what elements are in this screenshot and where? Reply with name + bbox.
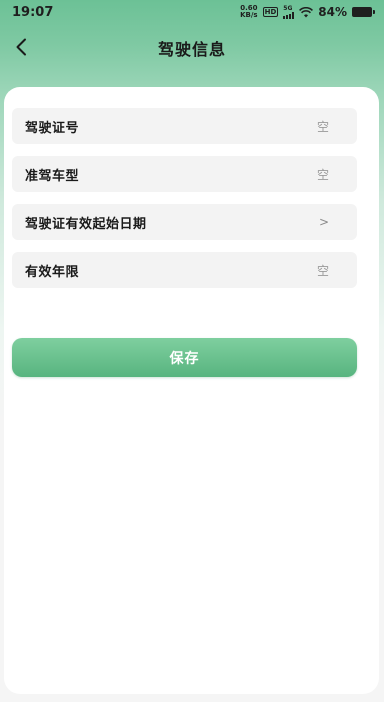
license-start-date-label: 驾驶证有效起始日期 (25, 216, 147, 232)
license-number-row[interactable]: 驾驶证号 空 (12, 108, 357, 144)
license-number-value: 空 (316, 119, 329, 134)
network-speed-unit: KB/s (240, 11, 258, 19)
cellular-signal-icon: 5G (283, 5, 295, 19)
validity-period-row[interactable]: 有效年限 空 (12, 252, 357, 288)
chevron-right-icon: > (318, 215, 329, 229)
validity-period-value: 空 (316, 263, 329, 278)
vehicle-class-label: 准驾车型 (25, 168, 80, 184)
battery-icon (352, 7, 375, 17)
status-icons: 0.60 KB/s HD 5G 84% (240, 5, 375, 19)
battery-percent: 84% (318, 5, 347, 19)
vehicle-class-value: 空 (316, 167, 329, 182)
validity-period-label: 有效年限 (25, 264, 80, 280)
license-number-label: 驾驶证号 (25, 120, 80, 136)
status-bar: 19:07 0.60 KB/s HD 5G 84% (0, 0, 384, 24)
save-button[interactable]: 保存 (12, 338, 357, 377)
license-start-date-row[interactable]: 驾驶证有效起始日期 > (12, 204, 357, 240)
nav-bar: 驾驶信息 (0, 30, 384, 64)
network-speed: 0.60 KB/s (240, 5, 257, 19)
vehicle-class-row[interactable]: 准驾车型 空 (12, 156, 357, 192)
status-time: 19:07 (12, 4, 54, 20)
wifi-icon (299, 6, 314, 17)
hd-badge-icon: HD (262, 7, 279, 17)
page-title: 驾驶信息 (157, 40, 226, 59)
form-card: 驾驶证号 空 准驾车型 空 驾驶证有效起始日期 > 有效年限 空 保存 (4, 87, 379, 694)
